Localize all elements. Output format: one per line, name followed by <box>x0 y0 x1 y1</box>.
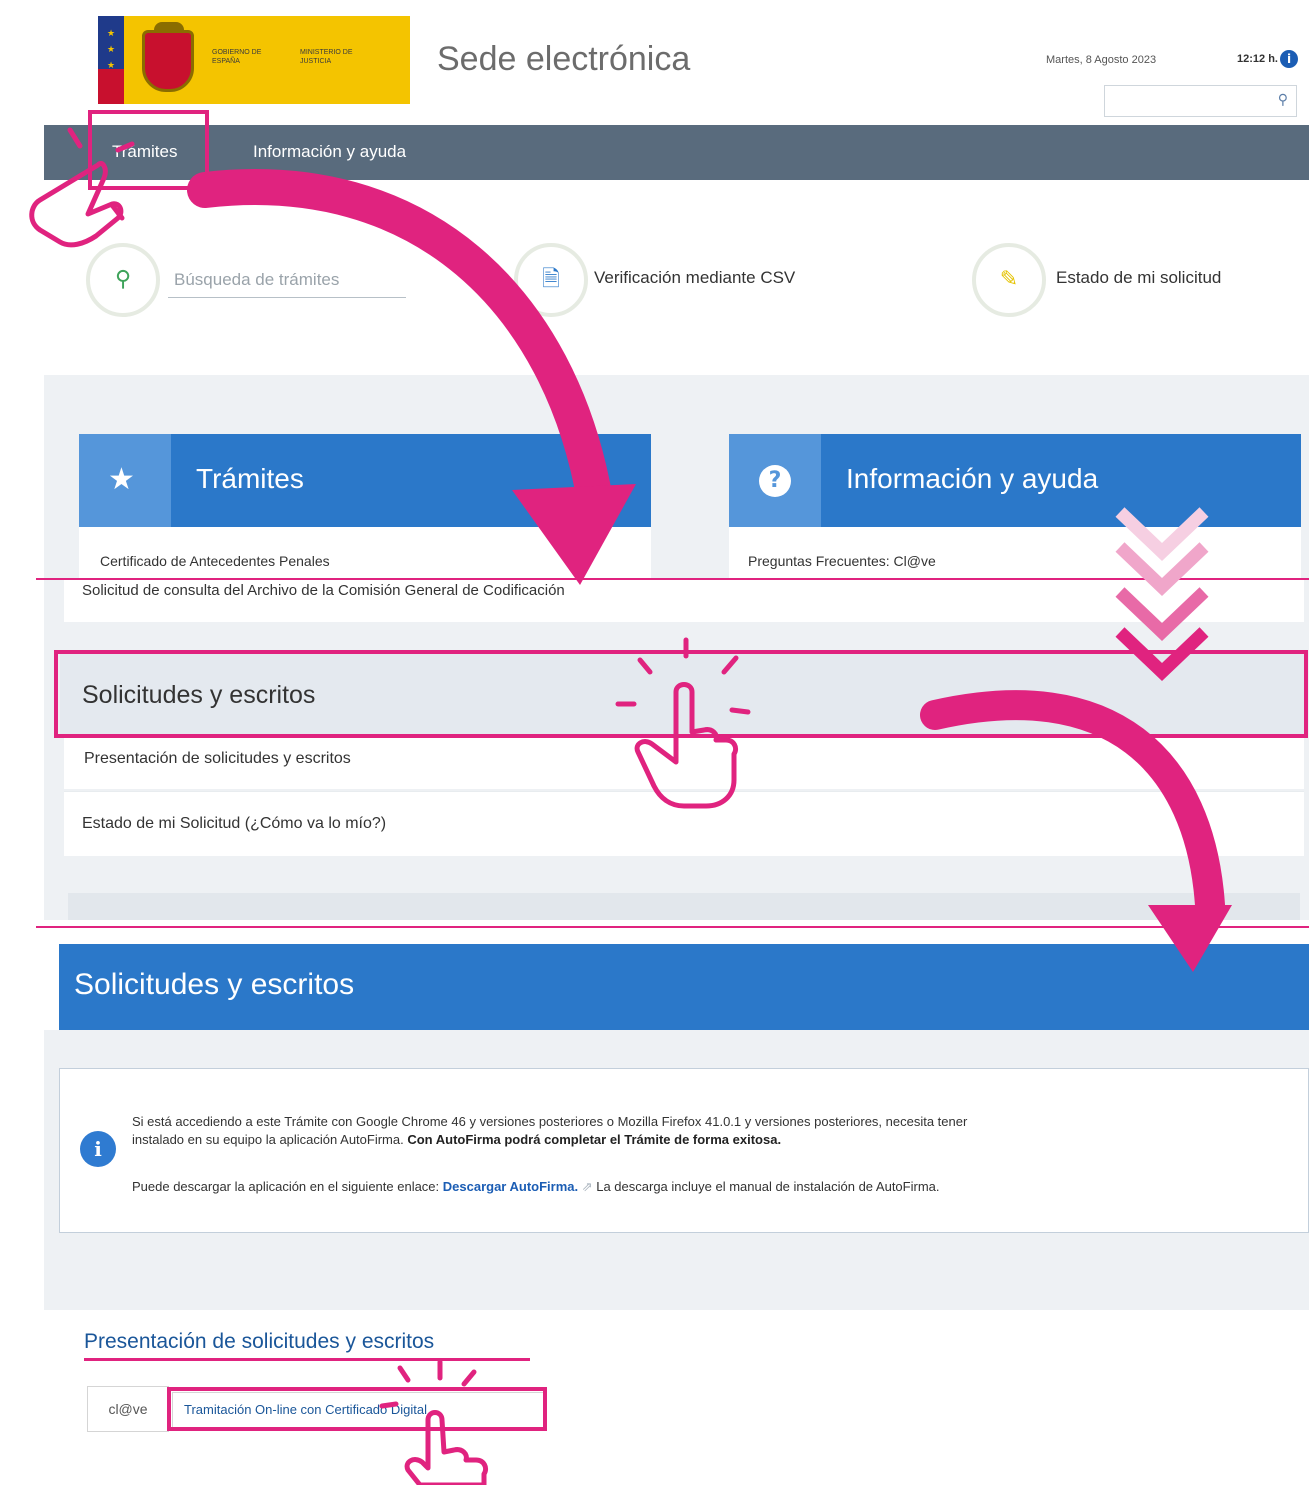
hand-pointer-icon <box>29 127 135 248</box>
arrow-icon <box>920 690 1225 920</box>
chevron-down-icon <box>1115 507 1209 681</box>
hand-pointer-icon <box>379 1359 489 1485</box>
annotation-overlay <box>29 127 1232 1485</box>
arrow-icon <box>187 169 613 518</box>
arrow-head-icon <box>1148 905 1232 972</box>
arrow-head-icon <box>512 484 636 585</box>
hand-pointer-icon <box>615 637 751 809</box>
